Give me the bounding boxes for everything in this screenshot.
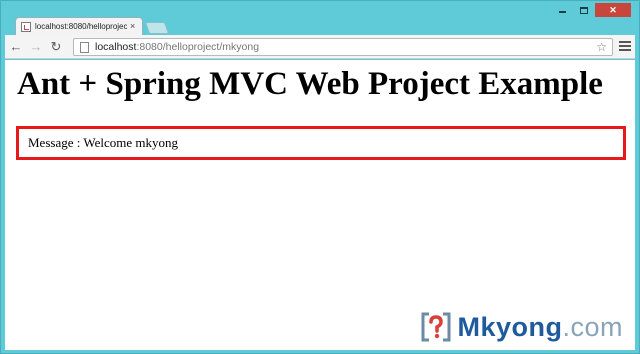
url-path: :8080/helloproject/mkyong [136, 41, 260, 53]
brand-name: Mkyong.com [457, 312, 623, 343]
browser-tab[interactable]: localhost:8080/helloproject × [15, 17, 143, 35]
close-window-button[interactable]: ✕ [595, 3, 631, 17]
message-box: Message : Welcome mkyong [16, 126, 626, 160]
mkyong-logo-icon [419, 310, 453, 344]
minimize-icon [558, 11, 566, 13]
star-icon[interactable]: ☆ [596, 40, 607, 54]
url-host: localhost [95, 41, 137, 53]
tab-title: localhost:8080/helloproject [35, 22, 127, 31]
reload-icon: ↻ [50, 38, 62, 54]
menu-line [619, 45, 631, 47]
menu-button[interactable] [619, 40, 631, 52]
brand-main: Mkyong [457, 311, 563, 342]
reload-button[interactable]: ↻ [47, 38, 65, 56]
browser-window: localhost:8080/helloproject × ✕ ← → ↻ lo… [0, 0, 640, 354]
mkyong-watermark: Mkyong.com [419, 310, 623, 344]
maximize-icon [580, 6, 588, 14]
address-bar[interactable]: localhost:8080/helloproject/mkyong ☆ [73, 38, 613, 56]
arrow-right-icon: → [29, 39, 43, 54]
window-controls: ✕ [551, 3, 631, 17]
arrow-left-icon: ← [9, 39, 23, 54]
brand-suffix: .com [562, 311, 623, 342]
title-bar: localhost:8080/helloproject × ✕ [1, 1, 639, 35]
page-icon [80, 41, 89, 53]
back-button[interactable]: ← [7, 38, 25, 56]
menu-line [619, 49, 631, 51]
maximize-button[interactable] [573, 3, 595, 17]
favicon-icon [21, 21, 31, 32]
menu-line [619, 41, 631, 43]
browser-toolbar: ← → ↻ localhost:8080/helloproject/mkyong… [5, 35, 635, 59]
page-viewport: Ant + Spring MVC Web Project Example Mes… [5, 60, 635, 350]
message-text: Message : Welcome mkyong [28, 135, 178, 150]
tab-close-icon[interactable]: × [130, 22, 135, 31]
minimize-button[interactable] [551, 3, 573, 17]
url-text: localhost:8080/helloproject/mkyong [95, 41, 259, 53]
page-title: Ant + Spring MVC Web Project Example [17, 66, 603, 102]
forward-button[interactable]: → [27, 38, 45, 56]
new-tab-button[interactable] [144, 22, 170, 34]
